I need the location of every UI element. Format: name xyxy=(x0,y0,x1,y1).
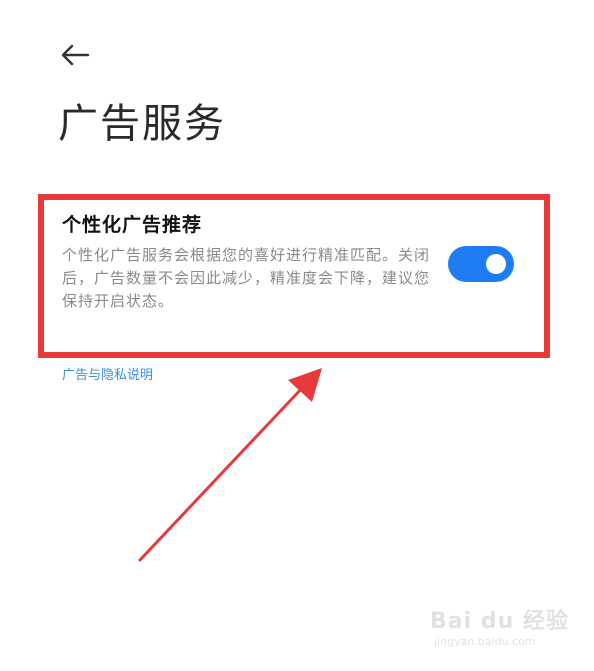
back-button[interactable] xyxy=(58,40,92,70)
setting-description: 个性化广告服务会根据您的喜好进行精准匹配。关闭后，广告数量不会因此减少，精准度会… xyxy=(62,246,431,310)
arrow-left-icon xyxy=(61,44,90,66)
setting-title: 个性化广告推荐 xyxy=(62,214,203,236)
personalized-ads-toggle[interactable] xyxy=(448,246,514,282)
page-title: 广告服务 xyxy=(58,101,226,147)
toggle-knob xyxy=(486,254,506,274)
watermark-url: jingyan.baidu.com xyxy=(434,635,536,648)
personalized-ads-setting: 个性化广告推荐 个性化广告服务会根据您的喜好进行精准匹配。关闭后，广告数量不会因… xyxy=(62,210,522,325)
baidu-watermark: Bai du 经验 jingyan.baidu.com xyxy=(430,603,570,655)
watermark-brand: Bai du 经验 xyxy=(430,609,569,634)
ads-privacy-link[interactable]: 广告与隐私说明 xyxy=(62,364,153,383)
